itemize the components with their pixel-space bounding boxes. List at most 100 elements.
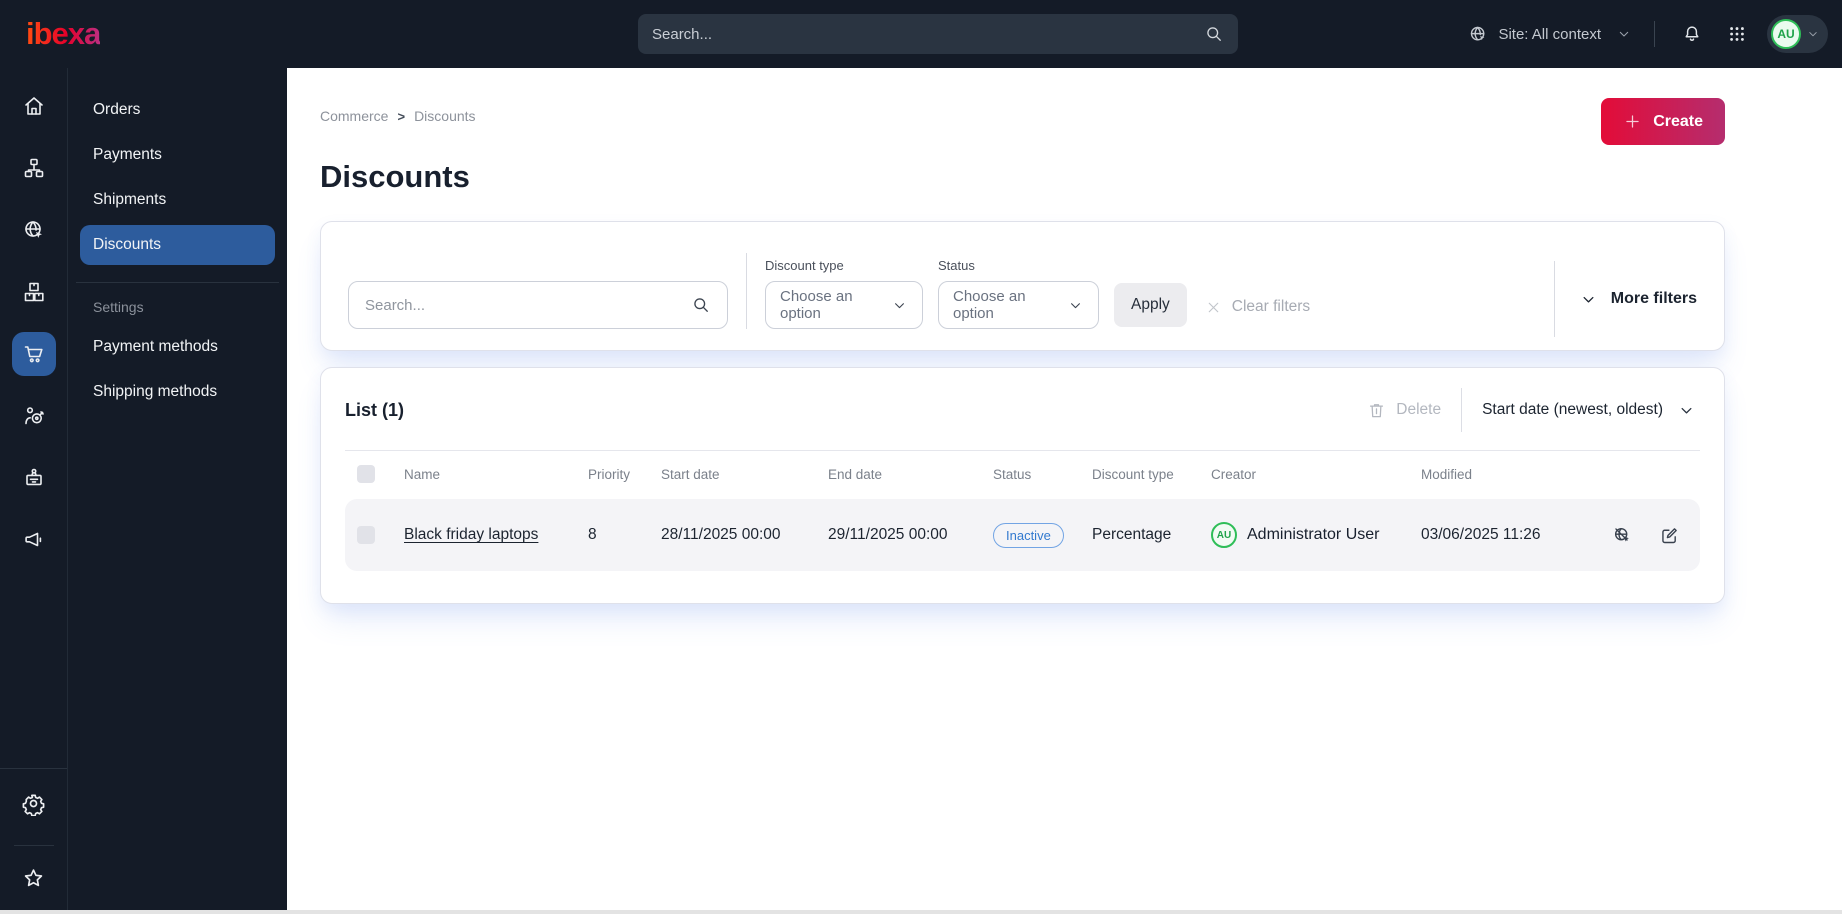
sidebar-item-label: Payment methods xyxy=(93,338,218,355)
home-icon xyxy=(24,97,43,115)
list-card: List (1) Delete Start date (newest, olde… xyxy=(320,367,1725,604)
chevron-down-icon xyxy=(1677,401,1696,420)
global-search[interactable] xyxy=(638,14,1238,54)
breadcrumb-separator: > xyxy=(397,108,406,124)
preview-disabled-button[interactable] xyxy=(1612,525,1633,546)
sidebar-item-label: Orders xyxy=(93,101,141,118)
discount-name-link[interactable]: Black friday laptops xyxy=(404,526,588,544)
delete-button[interactable]: Delete xyxy=(1367,401,1441,420)
list-tools: Delete Start date (newest, oldest) xyxy=(1367,388,1700,432)
row-checkbox[interactable] xyxy=(357,526,375,544)
chevron-down-icon xyxy=(891,297,908,314)
chevron-down-icon xyxy=(1067,297,1084,314)
content-tree-icon xyxy=(24,158,43,178)
topbar-right: Site: All context AU xyxy=(1468,15,1828,53)
icon-rail xyxy=(0,68,67,914)
modified-value: 03/06/2025 11:26 xyxy=(1421,526,1541,543)
topbar-divider xyxy=(1654,21,1655,47)
rail-item-content[interactable] xyxy=(12,146,56,190)
rail-item-products[interactable] xyxy=(12,270,56,314)
global-search-input[interactable] xyxy=(652,25,1204,43)
sidebar-item-orders[interactable]: Orders xyxy=(80,90,275,130)
creator-avatar: AU xyxy=(1211,522,1237,548)
sort-dropdown[interactable]: Start date (newest, oldest) xyxy=(1482,401,1700,420)
sidebar-divider xyxy=(76,282,279,283)
commerce-sidebar: Orders Payments Shipments Discounts Sett… xyxy=(67,68,287,914)
rail-item-marketing[interactable] xyxy=(12,518,56,562)
bell-icon xyxy=(1685,26,1699,41)
grid-dots-icon xyxy=(1730,27,1744,41)
row-actions xyxy=(1600,525,1688,546)
status-badge: Inactive xyxy=(993,522,1064,548)
page-title: Discounts xyxy=(320,159,470,194)
more-filters-button[interactable]: More filters xyxy=(1553,261,1697,337)
bookmarks-star-icon xyxy=(24,868,43,886)
rail-separator xyxy=(0,768,67,769)
filter-search[interactable] xyxy=(348,281,728,329)
status-label: Status xyxy=(938,258,975,273)
chevron-down-icon xyxy=(1579,290,1598,309)
edit-button[interactable] xyxy=(1659,525,1680,546)
status-filter: Status Choose an option xyxy=(938,258,1099,329)
ibexa-logo[interactable]: ibexa xyxy=(26,16,101,52)
rail-item-customers[interactable] xyxy=(12,456,56,500)
settings-gear-icon xyxy=(22,794,45,816)
column-header-start-date: Start date xyxy=(661,466,720,482)
rail-item-dashboard[interactable] xyxy=(12,84,56,128)
apply-button[interactable]: Apply xyxy=(1114,283,1187,327)
breadcrumb-discounts[interactable]: Discounts xyxy=(414,108,475,124)
rail-item-site[interactable] xyxy=(12,208,56,252)
site-context-selector[interactable]: Site: All context xyxy=(1468,24,1632,45)
status-select[interactable]: Choose an option xyxy=(938,281,1099,329)
table-row: Black friday laptops 8 28/11/2025 00:00 … xyxy=(345,499,1700,571)
create-button[interactable]: Create xyxy=(1601,98,1725,145)
app-switcher-button[interactable] xyxy=(1723,20,1751,48)
customer-badge-icon xyxy=(25,468,42,486)
discounts-table: Name Priority Start date End date Status… xyxy=(345,450,1700,571)
globe-icon xyxy=(1471,26,1485,40)
select-all-checkbox[interactable] xyxy=(357,465,375,483)
sidebar-item-shipping-methods[interactable]: Shipping methods xyxy=(80,372,275,412)
commerce-cart-icon xyxy=(24,346,43,363)
chevron-down-icon xyxy=(1806,27,1820,41)
trash-icon xyxy=(1367,401,1386,420)
sidebar-item-payments[interactable]: Payments xyxy=(80,135,275,175)
personalization-target-icon xyxy=(24,407,44,425)
rail-item-settings[interactable] xyxy=(12,781,56,825)
user-menu[interactable]: AU xyxy=(1767,15,1828,53)
filter-search-input[interactable] xyxy=(365,296,691,314)
rail-item-personalization[interactable] xyxy=(12,394,56,438)
column-header-creator: Creator xyxy=(1211,466,1257,482)
rail-separator xyxy=(13,845,54,846)
breadcrumb-commerce[interactable]: Commerce xyxy=(320,108,388,124)
filter-divider xyxy=(746,253,747,329)
sidebar-item-label: Discounts xyxy=(93,236,162,253)
column-header-end-date: End date xyxy=(828,466,883,482)
discount-type-select[interactable]: Choose an option xyxy=(765,281,923,329)
site-context-label: Site: All context xyxy=(1498,25,1601,43)
rail-item-commerce[interactable] xyxy=(11,332,56,376)
avatar: AU xyxy=(1771,19,1801,49)
creator-cell: AU Administrator User xyxy=(1211,522,1421,548)
sort-label: Start date (newest, oldest) xyxy=(1482,401,1663,418)
sidebar-item-discounts[interactable]: Discounts xyxy=(80,225,275,265)
window-bottom-edge xyxy=(0,910,1842,914)
list-header: List (1) Delete Start date (newest, olde… xyxy=(345,388,1700,432)
list-title: List (1) xyxy=(345,399,405,420)
sidebar-item-label: Shipping methods xyxy=(93,383,218,400)
plus-icon xyxy=(1623,112,1642,131)
discount-type-value: Percentage xyxy=(1092,526,1172,543)
breadcrumb: Commerce > Discounts xyxy=(320,108,476,124)
rail-bottom xyxy=(0,768,67,900)
sidebar-item-shipments[interactable]: Shipments xyxy=(80,180,275,220)
creator-name: Administrator User xyxy=(1247,526,1380,543)
notifications-button[interactable] xyxy=(1677,19,1707,49)
clear-filters-label: Clear filters xyxy=(1231,298,1311,315)
column-header-discount-type: Discount type xyxy=(1092,466,1174,482)
more-filters-label: More filters xyxy=(1610,290,1697,307)
clear-filters-button[interactable]: Clear filters xyxy=(1205,298,1310,316)
discount-type-value: Choose an option xyxy=(780,288,853,322)
sidebar-item-payment-methods[interactable]: Payment methods xyxy=(80,327,275,367)
rail-item-bookmarks[interactable] xyxy=(12,856,56,900)
column-header-modified: Modified xyxy=(1421,466,1473,482)
